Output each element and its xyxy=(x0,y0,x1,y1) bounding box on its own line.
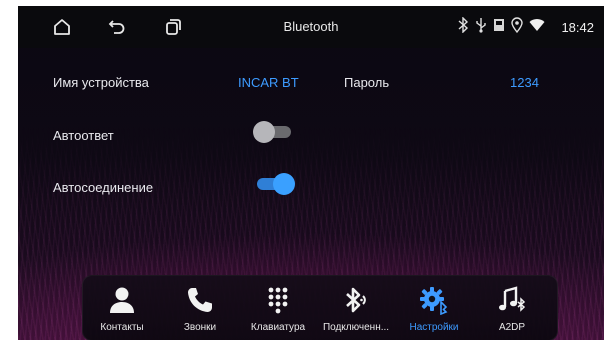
head-unit-screen: Bluetooth 18:42 Имя устройства INCAR BT … xyxy=(18,6,604,340)
dock-item-calls[interactable]: Звонки xyxy=(161,276,239,340)
toggle-knob xyxy=(273,173,295,195)
music-note-icon xyxy=(497,285,527,315)
person-icon xyxy=(107,285,137,315)
device-name-value[interactable]: INCAR BT xyxy=(238,75,299,90)
dock-item-label: Клавиатура xyxy=(250,322,306,333)
dialpad-icon xyxy=(263,285,293,315)
clock: 18:42 xyxy=(561,20,594,35)
autoconnect-toggle[interactable] xyxy=(251,173,295,195)
bottom-dock: Контакты Звонки Клавиатура Подключенн...… xyxy=(82,275,558,340)
phone-icon xyxy=(185,285,215,315)
device-name-label: Имя устройства xyxy=(53,75,149,90)
bluetooth-icon xyxy=(457,16,469,38)
status-icons: 18:42 xyxy=(457,16,594,38)
wifi-icon xyxy=(529,18,545,37)
autoanswer-label: Автоответ xyxy=(53,128,114,143)
dock-item-keypad[interactable]: Клавиатура xyxy=(239,276,317,340)
location-icon xyxy=(511,17,524,38)
dock-item-label: Контакты xyxy=(100,322,144,333)
status-bar: Bluetooth 18:42 xyxy=(18,6,604,48)
toggle-knob xyxy=(253,121,275,143)
bluetooth-connect-icon xyxy=(341,285,371,315)
dock-item-a2dp[interactable]: A2DP xyxy=(473,276,551,340)
dock-item-connected[interactable]: Подключенн... xyxy=(317,276,395,340)
dock-item-contacts[interactable]: Контакты xyxy=(83,276,161,340)
sd-card-icon xyxy=(493,18,505,37)
password-value[interactable]: 1234 xyxy=(510,75,539,90)
dock-item-label: Звонки xyxy=(183,322,217,333)
usb-icon xyxy=(475,17,487,38)
dock-item-label: Настройки xyxy=(409,322,459,333)
autoanswer-toggle[interactable] xyxy=(253,121,297,143)
dock-item-label: Подключенн... xyxy=(322,322,390,333)
dock-item-label: A2DP xyxy=(498,322,526,333)
autoconnect-label: Автосоединение xyxy=(53,180,154,195)
password-label: Пароль xyxy=(344,75,390,90)
dock-item-settings[interactable]: Настройки xyxy=(395,276,473,340)
settings-gear-icon xyxy=(419,285,449,316)
